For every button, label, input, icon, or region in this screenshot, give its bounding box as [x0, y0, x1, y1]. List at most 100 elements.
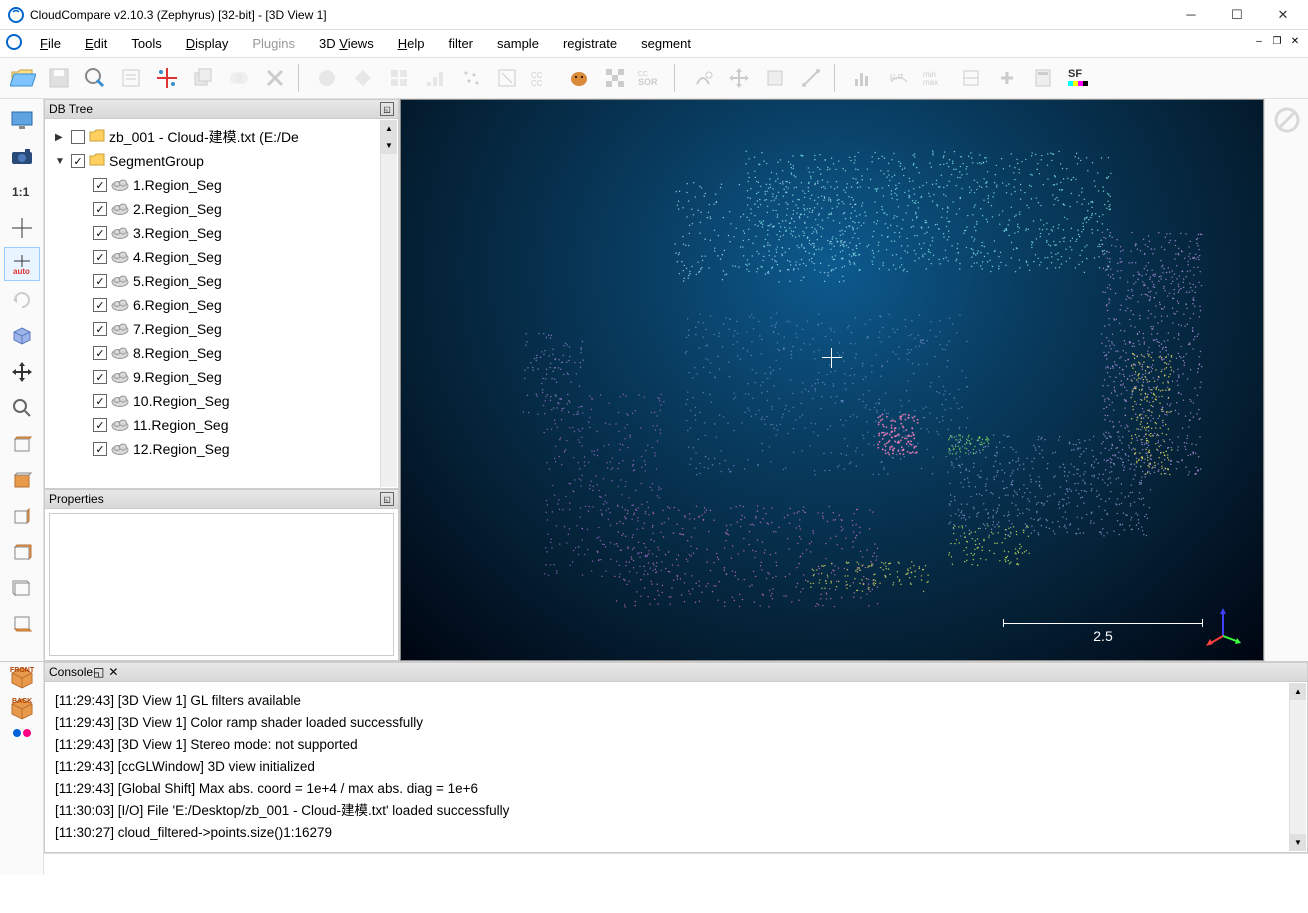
view-iso2-icon[interactable]: BACK	[8, 695, 36, 724]
tree-region-item[interactable]: 8.Region_Seg	[47, 341, 396, 365]
translate-button[interactable]	[722, 61, 756, 95]
save-button[interactable]	[42, 61, 76, 95]
checkbox[interactable]	[93, 274, 107, 288]
menu-file[interactable]: File	[30, 32, 71, 55]
menu-segment[interactable]: segment	[631, 32, 701, 55]
tree-region-item[interactable]: 4.Region_Seg	[47, 245, 396, 269]
console-undock-button[interactable]: ◱	[93, 665, 104, 679]
menu-edit[interactable]: Edit	[75, 32, 117, 55]
view-left-icon[interactable]	[4, 571, 40, 605]
flickr-icon[interactable]	[11, 726, 33, 743]
checkbox[interactable]	[93, 226, 107, 240]
checkerboard-icon[interactable]	[598, 61, 632, 95]
checkbox[interactable]	[93, 346, 107, 360]
menu-tools[interactable]: Tools	[121, 32, 171, 55]
checkbox[interactable]	[93, 250, 107, 264]
filter-sf-button[interactable]	[954, 61, 988, 95]
center-icon[interactable]	[4, 211, 40, 245]
view-iso1-icon[interactable]: FRONT	[8, 664, 36, 693]
checkbox[interactable]	[71, 154, 85, 168]
normals-button[interactable]	[346, 61, 380, 95]
tree-root-segmentgroup[interactable]: ▼ SegmentGroup	[47, 149, 396, 173]
menu-registrate[interactable]: registrate	[553, 32, 627, 55]
cube-icon[interactable]	[4, 319, 40, 353]
subsample-button[interactable]	[490, 61, 524, 95]
lion-icon[interactable]	[562, 61, 596, 95]
merge-button[interactable]	[222, 61, 256, 95]
sf-button[interactable]	[418, 61, 452, 95]
cc-icon[interactable]: CCCC	[526, 61, 560, 95]
mdi-close-button[interactable]: ✕	[1286, 32, 1304, 50]
checkbox[interactable]	[93, 370, 107, 384]
viewport-3d[interactable]: 2.5	[400, 99, 1264, 661]
checkbox[interactable]	[93, 322, 107, 336]
menu-display[interactable]: Display	[176, 32, 239, 55]
checkbox[interactable]	[93, 178, 107, 192]
crop-button[interactable]	[758, 61, 792, 95]
checkbox[interactable]	[93, 418, 107, 432]
open-button[interactable]	[6, 61, 40, 95]
view-front-icon[interactable]	[4, 463, 40, 497]
view-back-icon[interactable]	[4, 535, 40, 569]
tree-region-item[interactable]: 7.Region_Seg	[47, 317, 396, 341]
dbtree-panel[interactable]: ▲▼ ▶ zb_001 - Cloud-建模.txt (E:/De ▼ Segm…	[44, 119, 399, 489]
tree-region-item[interactable]: 5.Region_Seg	[47, 269, 396, 293]
view-bottom-icon[interactable]	[4, 607, 40, 641]
checkbox[interactable]	[71, 130, 85, 144]
menu-3dviews[interactable]: 3D Views	[309, 32, 384, 55]
clone-button[interactable]	[186, 61, 220, 95]
tree-region-item[interactable]: 3.Region_Seg	[47, 221, 396, 245]
camera-button[interactable]: minmax	[918, 61, 952, 95]
tree-region-item[interactable]: 1.Region_Seg	[47, 173, 396, 197]
zoom-icon[interactable]	[4, 391, 40, 425]
checkbox[interactable]	[93, 202, 107, 216]
menu-help[interactable]: Help	[388, 32, 435, 55]
view-side-icon[interactable]	[4, 499, 40, 533]
segment-button[interactable]	[686, 61, 720, 95]
minimize-button[interactable]: ─	[1168, 0, 1214, 30]
sample-points-button[interactable]	[454, 61, 488, 95]
dbtree-undock-button[interactable]: ◱	[380, 102, 394, 116]
octree-button[interactable]	[382, 61, 416, 95]
tree-region-item[interactable]: 12.Region_Seg	[47, 437, 396, 461]
console-panel[interactable]: ▲▼ [11:29:43] [3D View 1] GL filters ava…	[44, 682, 1308, 853]
menu-plugins[interactable]: Plugins	[242, 32, 305, 55]
console-close-button[interactable]: ✕	[108, 665, 118, 679]
one-to-one-icon[interactable]: 1:1	[4, 175, 40, 209]
sor-button[interactable]: CCSOR	[634, 61, 668, 95]
point-picking-button[interactable]	[150, 61, 184, 95]
tree-root-file[interactable]: ▶ zb_001 - Cloud-建模.txt (E:/De	[47, 125, 396, 149]
properties-undock-button[interactable]: ◱	[380, 492, 394, 506]
measure-button[interactable]	[794, 61, 828, 95]
colors-button[interactable]	[310, 61, 344, 95]
properties-button[interactable]	[114, 61, 148, 95]
view-monitor-icon[interactable]	[4, 103, 40, 137]
close-button[interactable]: ✕	[1260, 0, 1306, 30]
stats-button[interactable]: μ,σ	[882, 61, 916, 95]
dbtree-scrollbar[interactable]: ▲▼	[380, 120, 397, 487]
checkbox[interactable]	[93, 394, 107, 408]
sf-color-button[interactable]: SF	[1062, 61, 1096, 95]
expand-icon[interactable]: ▶	[55, 132, 67, 143]
checkbox[interactable]	[93, 442, 107, 456]
mdi-restore-button[interactable]: ❐	[1268, 32, 1286, 50]
maximize-button[interactable]: ☐	[1214, 0, 1260, 30]
tree-region-item[interactable]: 10.Region_Seg	[47, 389, 396, 413]
view-top-icon[interactable]	[4, 427, 40, 461]
console-scrollbar[interactable]: ▲▼	[1289, 683, 1306, 851]
calc-button[interactable]	[1026, 61, 1060, 95]
collapse-icon[interactable]: ▼	[55, 156, 67, 167]
mdi-minimize-button[interactable]: –	[1250, 32, 1268, 50]
tree-region-item[interactable]: 11.Region_Seg	[47, 413, 396, 437]
histogram-button[interactable]	[846, 61, 880, 95]
delete-button[interactable]	[258, 61, 292, 95]
move-icon[interactable]	[4, 355, 40, 389]
menu-filter[interactable]: filter	[438, 32, 483, 55]
rotate-icon[interactable]	[4, 283, 40, 317]
tree-region-item[interactable]: 9.Region_Seg	[47, 365, 396, 389]
auto-center-icon[interactable]: auto	[4, 247, 40, 281]
menu-sample[interactable]: sample	[487, 32, 549, 55]
checkbox[interactable]	[93, 298, 107, 312]
camera-icon[interactable]	[4, 139, 40, 173]
tree-region-item[interactable]: 6.Region_Seg	[47, 293, 396, 317]
